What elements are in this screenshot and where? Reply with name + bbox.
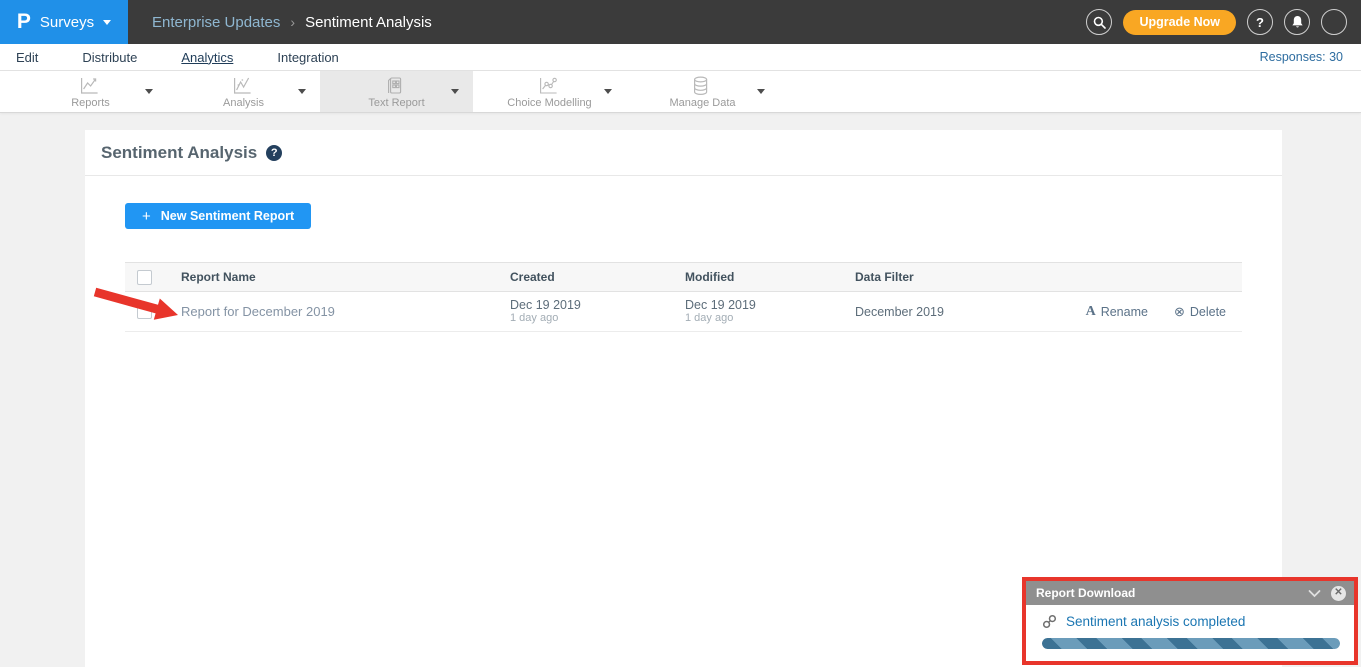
created-ago: 1 day ago	[510, 312, 685, 325]
card-title-row: Sentiment Analysis ?	[85, 130, 1282, 176]
chevron-down-icon[interactable]	[757, 89, 765, 94]
chevron-down-icon[interactable]	[145, 89, 153, 94]
rename-icon: A	[1086, 304, 1096, 320]
download-report-link[interactable]: Sentiment analysis completed	[1066, 614, 1245, 629]
delete-button[interactable]: ⊗ Delete	[1174, 304, 1226, 320]
annotation-arrow-icon	[92, 287, 180, 321]
data-filter-value: December 2019	[855, 305, 1085, 319]
modified-date: Dec 19 2019	[685, 298, 855, 312]
column-header-data-filter: Data Filter	[855, 270, 1085, 284]
download-panel-body: Sentiment analysis completed	[1026, 605, 1354, 649]
topbar-actions: Upgrade Now ?	[1086, 9, 1361, 35]
responses-count: Responses: 30	[1260, 50, 1361, 64]
page-title: Sentiment Analysis	[101, 143, 257, 163]
created-date: Dec 19 2019	[510, 298, 685, 312]
delete-label: Delete	[1190, 305, 1226, 319]
download-progress-bar	[1042, 638, 1340, 649]
column-header-modified: Modified	[685, 270, 855, 284]
notifications-button[interactable]	[1284, 9, 1310, 35]
nav-tab-edit[interactable]: Edit	[16, 50, 38, 65]
chevron-down-icon[interactable]	[604, 89, 612, 94]
rename-label: Rename	[1101, 305, 1148, 319]
rename-button[interactable]: A Rename	[1086, 304, 1148, 320]
reports-table: Report Name Created Modified Data Filter…	[125, 262, 1242, 332]
download-panel-header: Report Download ✕	[1026, 581, 1354, 605]
report-download-panel: Report Download ✕ Sentiment analysis com…	[1022, 577, 1358, 665]
upgrade-now-button[interactable]: Upgrade Now	[1123, 10, 1236, 35]
toolbar-item-label: Reports	[14, 97, 167, 109]
bell-icon	[1291, 15, 1304, 29]
toolbar-item-label: Manage Data	[626, 97, 779, 109]
product-name: Surveys	[40, 14, 94, 31]
app-logo[interactable]: P Surveys	[0, 0, 128, 44]
new-report-button-label: New Sentiment Report	[161, 209, 294, 223]
table-header-row: Report Name Created Modified Data Filter	[125, 262, 1242, 292]
collapse-panel-button[interactable]	[1308, 589, 1321, 598]
column-header-report-name: Report Name	[181, 270, 510, 284]
toolbar-item-manage-data[interactable]: Manage Data	[626, 71, 779, 112]
chevron-down-icon	[103, 20, 111, 25]
toolbar-item-choice-modelling[interactable]: Choice Modelling	[473, 71, 626, 112]
close-icon: ✕	[1334, 588, 1342, 598]
new-sentiment-report-button[interactable]: + New Sentiment Report	[125, 203, 311, 229]
column-header-created: Created	[510, 270, 685, 284]
search-button[interactable]	[1086, 9, 1112, 35]
progress-fill	[1042, 638, 1340, 649]
toolbar-item-label: Text Report	[320, 97, 473, 109]
nav-tab-integration[interactable]: Integration	[277, 50, 338, 65]
logo-p-icon: P	[17, 10, 31, 34]
close-panel-button[interactable]: ✕	[1331, 586, 1346, 601]
survey-nav: Edit Distribute Analytics Integration Re…	[0, 44, 1361, 71]
search-icon	[1093, 16, 1106, 29]
topbar: P Surveys Enterprise Updates › Sentiment…	[0, 0, 1361, 44]
card-body: + New Sentiment Report Report Name Creat…	[85, 203, 1282, 332]
toolbar-item-text-report[interactable]: Text Report	[320, 71, 473, 112]
plus-icon: +	[142, 208, 151, 225]
delete-icon: ⊗	[1174, 304, 1185, 320]
nav-tab-distribute[interactable]: Distribute	[82, 50, 137, 65]
select-all-checkbox[interactable]	[137, 270, 152, 285]
help-button[interactable]: ?	[1247, 9, 1273, 35]
report-name-link[interactable]: Report for December 2019	[181, 304, 335, 319]
breadcrumb-parent[interactable]: Enterprise Updates	[152, 14, 280, 31]
breadcrumb: Enterprise Updates › Sentiment Analysis	[152, 14, 432, 31]
title-help-icon[interactable]: ?	[266, 145, 282, 161]
table-row: Report for December 2019 Dec 19 2019 1 d…	[125, 292, 1242, 332]
analytics-toolbar: Reports Analysis Text Report Choice Mode…	[0, 71, 1361, 113]
chevron-down-icon[interactable]	[451, 89, 459, 94]
chevron-down-icon[interactable]	[298, 89, 306, 94]
breadcrumb-separator-icon: ›	[290, 14, 295, 30]
toolbar-item-label: Analysis	[167, 97, 320, 109]
download-panel-title: Report Download	[1036, 586, 1135, 600]
chevron-down-icon	[1308, 589, 1321, 598]
toolbar-item-analysis[interactable]: Analysis	[167, 71, 320, 112]
link-icon	[1042, 614, 1057, 629]
modified-ago: 1 day ago	[685, 312, 855, 325]
breadcrumb-current: Sentiment Analysis	[305, 14, 432, 31]
user-avatar[interactable]	[1321, 9, 1347, 35]
toolbar-item-reports[interactable]: Reports	[14, 71, 167, 112]
toolbar-item-label: Choice Modelling	[473, 97, 626, 109]
question-mark-icon: ?	[1256, 15, 1264, 30]
nav-tab-analytics[interactable]: Analytics	[181, 50, 233, 65]
